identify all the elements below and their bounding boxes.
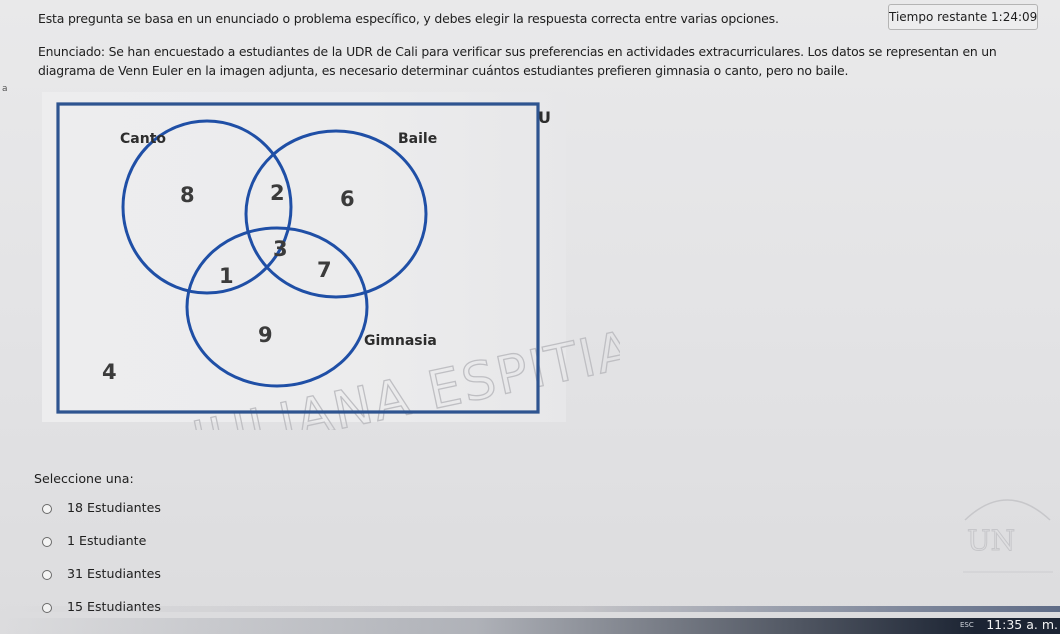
region-outside: 4 [102,360,117,384]
seal-watermark: UN [963,499,1053,573]
radio-button[interactable] [42,537,52,547]
timer-box: Tiempo restante 1:24:09 [888,4,1038,30]
radio-button[interactable] [42,570,52,580]
radio-button[interactable] [42,504,52,514]
question-statement: Enunciado: Se han encuestado a estudiant… [38,44,997,78]
set-label-gimnasia: Gimnasia [364,333,437,349]
set-label-baile: Baile [398,131,437,147]
answer-prompt: Seleccione una: [34,471,134,486]
question-instruction: Esta pregunta se basa en un enunciado o … [38,11,779,26]
region-canto-baile: 2 [270,181,285,205]
taskbar-bar [0,618,1060,634]
answer-option-1[interactable]: 18 Estudiantes [42,500,242,520]
timer-label: Tiempo restante 1:24:09 [889,10,1038,24]
set-label-canto: Canto [120,131,166,147]
venn-diagram-image: JULIANA ESPITIA GUTIERREZ U Canto Baile … [42,92,620,430]
seal-arc [964,499,1051,521]
region-all-three: 3 [273,237,288,261]
taskbar-band [0,606,1060,612]
answer-option-label: 1 Estudiante [67,533,147,548]
region-canto-gimnasia: 1 [219,264,234,288]
universe-label: U [538,108,551,127]
esc-key-hint: ESC [960,621,974,629]
answer-option-label: 18 Estudiantes [67,500,161,515]
taskbar: ESC 11:35 a. m. [0,606,1060,634]
region-baile-only: 6 [340,187,355,211]
region-gimnasia-only: 9 [258,323,273,347]
answer-option-3[interactable]: 31 Estudiantes [42,566,242,586]
answer-option-2[interactable]: 1 Estudiante [42,533,242,553]
taskbar-clock: 11:35 a. m. [986,617,1058,632]
region-canto-only: 8 [180,183,195,207]
region-baile-gimnasia: 7 [317,258,332,282]
answer-option-label: 31 Estudiantes [67,566,161,581]
seal-lettering: UN [967,524,1015,557]
